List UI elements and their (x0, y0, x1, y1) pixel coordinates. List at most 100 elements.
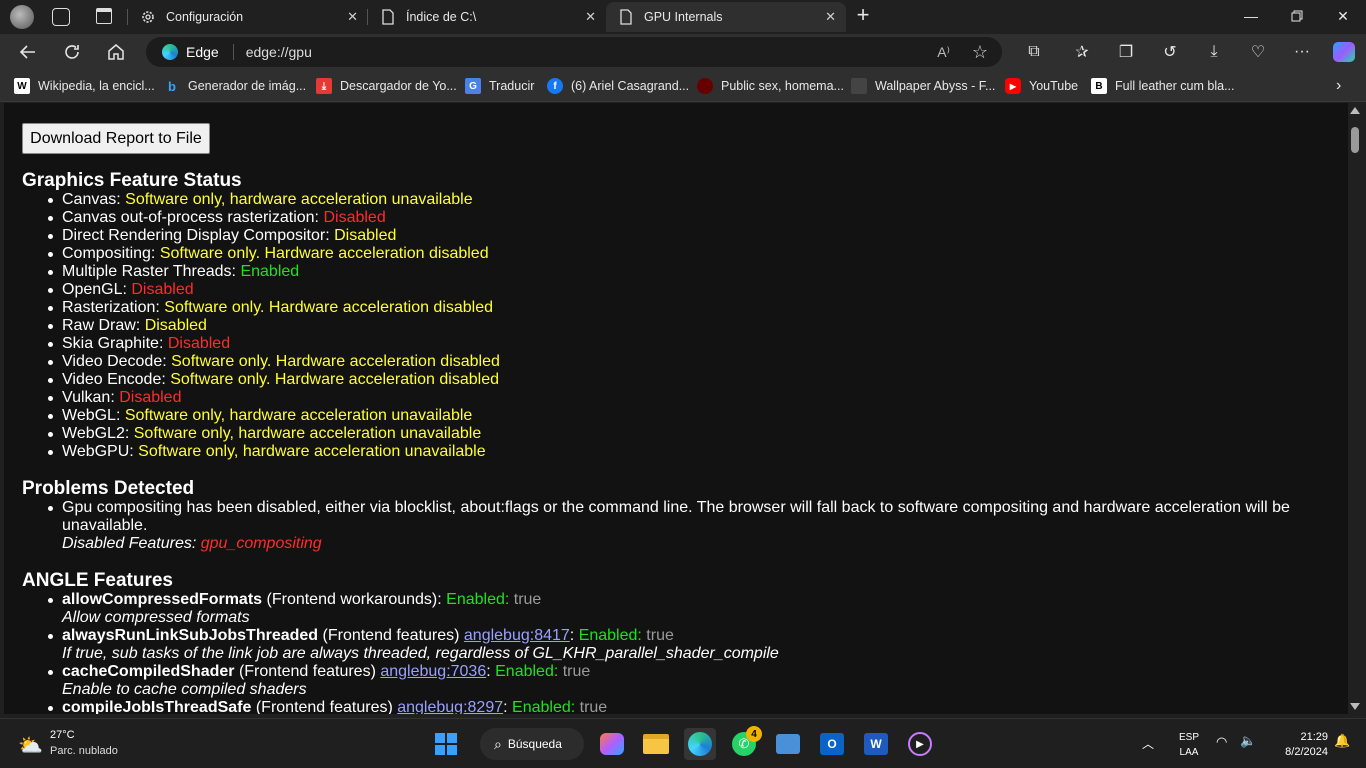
profile-avatar[interactable] (10, 5, 34, 29)
angle-feature-value: true (562, 663, 591, 680)
history-icon[interactable]: ↺ (1156, 38, 1184, 66)
feature-item: Canvas: Software only, hardware accelera… (48, 191, 500, 209)
taskbar-search[interactable]: ⌕ Búsqueda (480, 728, 584, 760)
extensions-icon[interactable]: ⧉ (1020, 38, 1048, 66)
address-bar[interactable]: Edge edge://gpu A⁾ ☆ (146, 37, 1002, 67)
feature-item: Canvas out-of-process rasterization: Dis… (48, 209, 500, 227)
site-icon: B (1091, 78, 1107, 94)
close-icon[interactable]: ✕ (585, 9, 596, 25)
copilot-app-icon[interactable] (596, 728, 628, 760)
whatsapp-icon[interactable]: ✆ 4 (728, 726, 762, 760)
feature-status: Disabled (323, 209, 386, 226)
wikipedia-icon: W (14, 78, 30, 94)
angle-bug-link[interactable]: anglebug:8297 (397, 699, 503, 714)
favorite-star-icon[interactable]: ☆ (972, 42, 988, 63)
close-window-button[interactable]: ✕ (1320, 0, 1366, 32)
volume-icon[interactable]: 🔈 (1240, 733, 1256, 749)
feature-item: Vulkan: Disabled (48, 389, 500, 407)
scroll-up-arrow[interactable] (1350, 107, 1360, 114)
outlook-icon[interactable]: O (816, 728, 848, 760)
refresh-button[interactable] (58, 38, 86, 66)
close-icon[interactable]: ✕ (825, 9, 836, 25)
game-app-icon[interactable] (772, 728, 804, 760)
feature-item: Raw Draw: Disabled (48, 317, 500, 335)
angle-feature-item: allowCompressedFormats (Frontend workaro… (48, 591, 1322, 627)
angle-enabled-status: Enabled (578, 627, 638, 644)
bookmark-traducir[interactable]: G Traducir (465, 77, 534, 95)
workspaces-icon[interactable] (52, 8, 70, 26)
problems-detected-title: Problems Detected (22, 478, 195, 499)
back-button[interactable] (14, 38, 42, 66)
tab-indice[interactable]: Índice de C:\ ✕ (368, 2, 606, 32)
bookmarks-bar: W Wikipedia, la encicl... b Generador de i… (0, 70, 1366, 102)
weather-widget[interactable]: ⛅ 27°C Parc. nublado (16, 729, 136, 761)
angle-feature-description: If true, sub tasks of the link job are a… (62, 645, 779, 662)
bookmark-facebook[interactable]: f (6) Ariel Casagrand... (547, 77, 689, 95)
feature-name: Video Encode: (62, 371, 171, 388)
bookmark-wallpaper[interactable]: Wallpaper Abyss - F... (851, 77, 995, 95)
feature-status: Software only, hardware acceleration una… (124, 407, 473, 424)
download-report-button[interactable]: Download Report to File (22, 123, 210, 154)
minimize-button[interactable]: — (1228, 0, 1274, 32)
restore-button[interactable] (1274, 0, 1320, 32)
new-tab-button[interactable]: + (852, 4, 874, 27)
collections-icon[interactable]: ❐ (1112, 38, 1140, 66)
language-indicator[interactable]: ESP LAA (1176, 730, 1202, 760)
feature-item: WebGL2: Software only, hardware accelera… (48, 425, 500, 443)
bookmarks-overflow-icon[interactable]: › (1336, 77, 1341, 95)
downloads-icon[interactable]: ⤓ (1200, 38, 1228, 66)
problem-text: Gpu compositing has been disabled, eithe… (62, 499, 1290, 534)
angle-bug-link[interactable]: anglebug:8417 (464, 627, 570, 644)
tab-actions-icon[interactable] (96, 8, 112, 24)
angle-feature-description: Allow compressed formats (62, 609, 250, 626)
download-icon: ⤓ (316, 78, 332, 94)
bookmark-descargador[interactable]: ⤓ Descargador de Yo... (316, 77, 457, 95)
angle-bug-link[interactable]: anglebug:7036 (380, 663, 486, 680)
url-text[interactable]: edge://gpu (246, 44, 312, 60)
bookmark-site-b[interactable]: B Full leather cum bla... (1091, 77, 1235, 95)
wifi-icon[interactable]: ◠ (1216, 734, 1227, 750)
tab-label: GPU Internals (644, 10, 723, 24)
document-icon (618, 9, 634, 25)
performance-icon[interactable]: ♡ (1244, 38, 1272, 66)
page-content: Download Report to File Graphics Feature… (4, 103, 1348, 714)
feature-status: Software only, hardware acceleration una… (125, 191, 473, 208)
home-button[interactable] (102, 38, 130, 66)
tab-gpu-internals[interactable]: GPU Internals ✕ (606, 2, 846, 32)
favorites-icon[interactable]: ✰ (1068, 38, 1096, 66)
feature-status: Disabled (144, 317, 207, 334)
file-explorer-icon[interactable] (640, 728, 672, 760)
tab-configuracion[interactable]: Configuración ✕ (128, 2, 368, 32)
edge-app-icon[interactable] (684, 728, 716, 760)
feature-name: Direct Rendering Display Compositor: (62, 227, 335, 244)
feature-status: Disabled (334, 227, 397, 244)
more-menu-icon[interactable]: ··· (1288, 38, 1316, 66)
gear-icon (140, 9, 156, 25)
vertical-scrollbar[interactable] (1348, 103, 1362, 714)
notifications-bell-icon[interactable]: 🔔 (1334, 733, 1350, 749)
tab-label: Configuración (166, 10, 244, 24)
tab-strip: Configuración ✕ Índice de C:\ ✕ GPU Inte… (0, 0, 1366, 34)
bookmark-site-a[interactable]: Public sex, homema... (697, 77, 844, 95)
scroll-down-arrow[interactable] (1350, 703, 1360, 710)
bookmark-youtube[interactable]: ▶ YouTube (1005, 77, 1078, 95)
clock[interactable]: 21:29 8/2/2024 (1268, 730, 1328, 760)
angle-features-title: ANGLE Features (22, 570, 173, 591)
start-button[interactable] (430, 728, 462, 760)
scroll-thumb[interactable] (1351, 127, 1359, 153)
close-icon[interactable]: ✕ (347, 9, 358, 25)
read-aloud-icon[interactable]: A⁾ (937, 44, 950, 61)
bookmark-wikipedia[interactable]: W Wikipedia, la encicl... (14, 77, 155, 95)
media-player-icon[interactable]: ▶ (904, 728, 936, 760)
feature-item: Compositing: Software only. Hardware acc… (48, 245, 500, 263)
feature-item: WebGPU: Software only, hardware accelera… (48, 443, 500, 461)
bookmark-generador[interactable]: b Generador de imág... (164, 77, 306, 95)
weather-icon: ⛅ (18, 735, 43, 757)
separator: : (504, 591, 514, 608)
notification-badge: 4 (746, 726, 762, 742)
copilot-icon[interactable] (1330, 38, 1358, 66)
tray-overflow-icon[interactable]: ︿ (1142, 735, 1154, 752)
feature-name: Canvas out-of-process rasterization: (62, 209, 324, 226)
word-icon[interactable]: W (860, 728, 892, 760)
bing-icon: b (168, 78, 176, 94)
